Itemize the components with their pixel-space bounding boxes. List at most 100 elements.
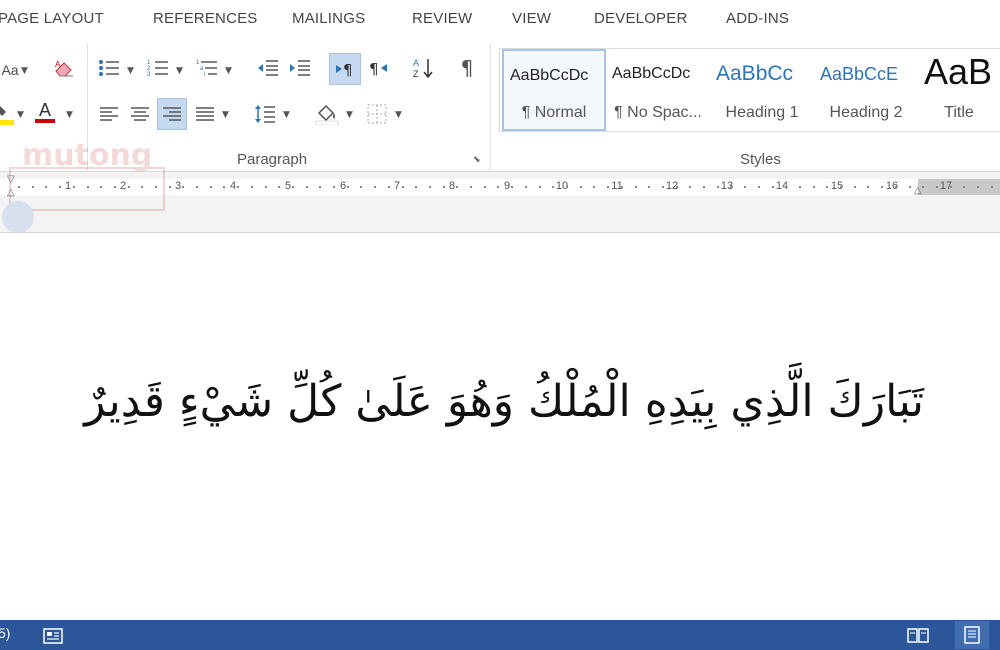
tab-view[interactable]: VIEW xyxy=(512,10,551,27)
tab-page-layout[interactable]: PAGE LAYOUT xyxy=(0,10,104,27)
style-preview: AaBbCcDc xyxy=(612,65,691,82)
ruler-tick xyxy=(922,186,924,188)
line-spacing-icon[interactable] xyxy=(252,100,278,128)
style-name: Heading 1 xyxy=(725,104,799,121)
svg-text:Z: Z xyxy=(413,69,419,79)
chevron-down-icon[interactable]: ▼ xyxy=(176,66,183,76)
ruler-tick xyxy=(635,186,637,188)
horizontal-ruler[interactable]: 1 2 3 4 5 6 7 8 9 10 11 12 13 14 15 16 17 ▽ △ △ xyxy=(0,172,1000,202)
ruler-tick xyxy=(155,186,157,188)
align-right-icon[interactable] xyxy=(157,98,187,130)
ruler-tick xyxy=(251,186,253,188)
ruler-tick xyxy=(840,186,842,188)
ruler-tick xyxy=(799,186,801,188)
numbering-icon[interactable]: 123 xyxy=(145,54,171,82)
decrease-indent-icon[interactable] xyxy=(254,54,282,82)
svg-text:¶: ¶ xyxy=(369,60,379,77)
ruler-tick xyxy=(73,186,75,188)
shading-icon[interactable] xyxy=(313,100,341,128)
style-name: Heading 2 xyxy=(829,104,903,121)
ruler-tick xyxy=(539,186,541,188)
chevron-down-icon[interactable]: ▼ xyxy=(222,110,229,120)
ruler-tick xyxy=(730,186,732,188)
ruler-tick xyxy=(689,186,691,188)
ruler-tick xyxy=(319,186,321,188)
multilevel-list-icon[interactable]: 1ai xyxy=(194,54,220,82)
ruler-number: 13 xyxy=(720,180,734,192)
ruler-tick xyxy=(676,186,678,188)
rtl-direction-icon[interactable]: ¶ xyxy=(364,54,392,82)
ruler-tick xyxy=(210,186,212,188)
ruler-tick xyxy=(470,186,472,188)
chevron-down-icon[interactable]: ▼ xyxy=(346,110,353,120)
tab-review[interactable]: REVIEW xyxy=(412,10,472,27)
ruler-tick xyxy=(374,186,376,188)
style-heading-2[interactable]: AaBbCcE Heading 2 xyxy=(814,49,918,131)
chevron-down-icon[interactable]: ▼ xyxy=(225,66,232,76)
ruler-tick xyxy=(100,186,102,188)
style-preview: AaBbCcE xyxy=(820,64,899,84)
ruler-tick xyxy=(292,186,294,188)
ruler-tick xyxy=(936,186,938,188)
document-margin-area xyxy=(0,202,1000,232)
highlighter-icon[interactable] xyxy=(0,100,14,128)
separator xyxy=(490,44,491,170)
increase-indent-icon[interactable] xyxy=(286,54,314,82)
style-title[interactable]: AaB Title xyxy=(918,49,1000,131)
styles-group-label: Styles xyxy=(740,151,781,168)
chevron-down-icon[interactable]: ▼ xyxy=(17,110,24,120)
ruler-tick xyxy=(333,186,335,188)
justify-icon[interactable] xyxy=(192,100,218,128)
ruler-tick xyxy=(237,186,239,188)
first-line-indent-marker[interactable]: ▽ xyxy=(7,174,15,185)
chevron-down-icon[interactable]: ▼ xyxy=(283,110,290,120)
ruler-tick xyxy=(511,186,513,188)
styles-gallery: AaBbCcDc ¶ Normal AaBbCcDc ¶ No Spac... … xyxy=(499,48,1000,132)
svg-text:i: i xyxy=(204,72,205,78)
font-color-icon[interactable]: A xyxy=(33,98,57,126)
ruler-tick xyxy=(950,186,952,188)
borders-icon[interactable] xyxy=(364,100,390,128)
chevron-down-icon[interactable]: ▼ xyxy=(66,110,73,120)
ruler-tick xyxy=(607,186,609,188)
print-layout-icon[interactable] xyxy=(955,621,989,649)
ruler-tick xyxy=(580,186,582,188)
style-heading-1[interactable]: AaBbCc Heading 1 xyxy=(710,49,814,131)
chevron-down-icon[interactable]: ▼ xyxy=(395,110,402,120)
align-center-icon[interactable] xyxy=(127,100,153,128)
tab-references[interactable]: REFERENCES xyxy=(153,10,258,27)
dialog-launcher-icon[interactable]: ⬊ xyxy=(473,154,483,164)
ruler-tick xyxy=(456,186,458,188)
sort-icon[interactable]: AZ xyxy=(409,54,437,82)
bullets-icon[interactable] xyxy=(96,54,122,82)
align-left-icon[interactable] xyxy=(96,100,122,128)
hanging-indent-marker[interactable]: △ xyxy=(7,187,15,198)
style-no-spacing[interactable]: AaBbCcDc ¶ No Spac... xyxy=(606,49,710,131)
pilcrow-icon[interactable]: ¶ xyxy=(453,54,481,82)
ruler-tick xyxy=(758,186,760,188)
ruler-tick xyxy=(703,186,705,188)
document-page[interactable]: تَبَارَكَ الَّذِي بِيَدِهِ الْمُلْكُ وَه… xyxy=(0,232,1000,620)
ruler-tick xyxy=(388,186,390,188)
style-preview: AaB xyxy=(924,51,993,92)
svg-text:A: A xyxy=(55,60,61,69)
document-text[interactable]: تَبَارَكَ الَّذِي بِيَدِهِ الْمُلْكُ وَه… xyxy=(84,376,924,427)
tab-mailings[interactable]: MAILINGS xyxy=(292,10,365,27)
style-normal[interactable]: AaBbCcDc ¶ Normal xyxy=(502,49,606,131)
ruler-number: 16 xyxy=(885,180,899,192)
right-indent-marker[interactable]: △ xyxy=(914,185,922,196)
ruler-tick xyxy=(717,186,719,188)
status-word-count[interactable]: 5) xyxy=(0,625,10,641)
ruler-tick xyxy=(182,186,184,188)
svg-text:¶: ¶ xyxy=(343,61,353,78)
read-mode-icon[interactable] xyxy=(905,621,931,649)
ruler-tick xyxy=(963,186,965,188)
ltr-direction-icon[interactable]: ¶ xyxy=(329,53,361,85)
ruler-tick xyxy=(785,186,787,188)
macro-icon[interactable] xyxy=(41,622,65,650)
tab-developer[interactable]: DEVELOPER xyxy=(594,10,688,27)
chevron-down-icon[interactable]: ▼ xyxy=(127,66,134,76)
eraser-icon[interactable]: A xyxy=(50,54,78,82)
tab-add-ins[interactable]: ADD-INS xyxy=(726,10,789,27)
chevron-down-icon[interactable]: ▼ xyxy=(21,66,28,76)
